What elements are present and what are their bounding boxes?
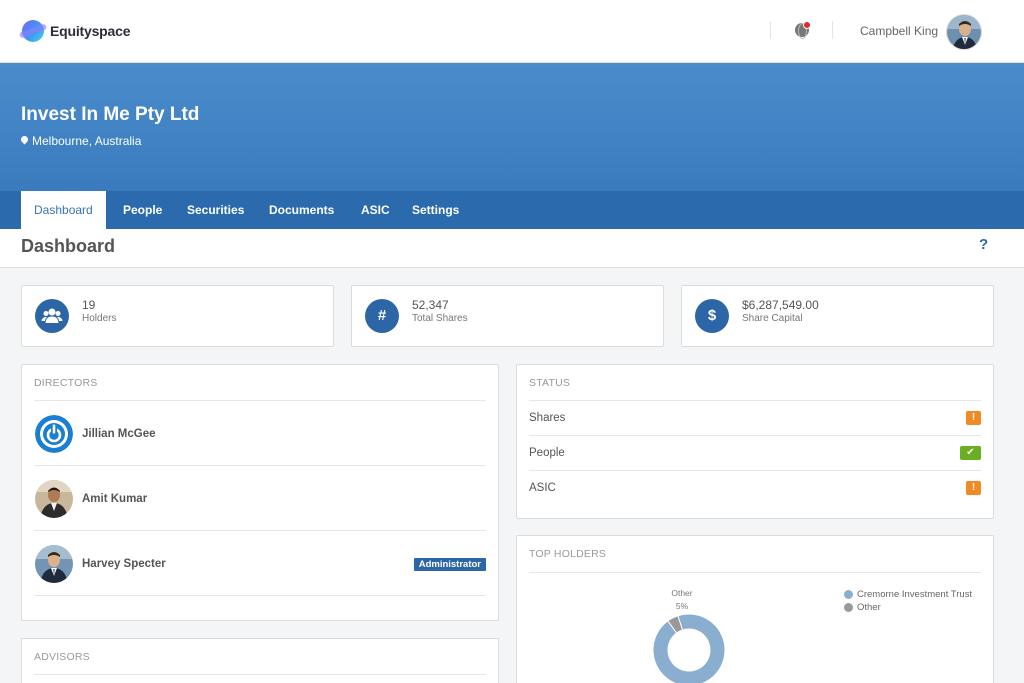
legend-item: Cremorne Investment Trust (844, 589, 972, 600)
director-name: Harvey Specter (82, 558, 166, 570)
status-row-shares[interactable]: Shares ! (529, 401, 981, 436)
power-logo-avatar (35, 415, 73, 453)
company-header: Invest In Me Pty Ltd Melbourne, Australi… (0, 63, 1024, 191)
holders-count: 19 (82, 298, 96, 312)
legend-label: Cremorne Investment Trust (857, 589, 973, 600)
directors-title: DIRECTORS (34, 377, 98, 389)
top-holders-title: TOP HOLDERS (529, 548, 607, 560)
divider (832, 21, 833, 39)
stat-card-share-capital: $ $6,287,549.00 Share Capital (681, 285, 994, 347)
main-tabs: Dashboard People Securities Documents AS… (0, 191, 1024, 229)
advisors-title: ADVISORS (34, 651, 90, 663)
status-label: Shares (529, 412, 566, 424)
help-icon[interactable]: ? (979, 236, 988, 253)
top-holders-donut-chart (652, 613, 726, 683)
divider (34, 674, 486, 675)
status-panel: STATUS Shares ! People ✔ ASIC ! (516, 364, 994, 519)
brand-logo[interactable]: Equityspace (22, 20, 130, 42)
status-label: ASIC (529, 482, 556, 494)
share-capital-label: Share Capital (742, 313, 803, 324)
divider (770, 21, 771, 39)
users-icon (35, 299, 69, 333)
stat-card-holders: 19 Holders (21, 285, 334, 347)
director-row[interactable]: Harvey Specter Administrator (34, 531, 486, 595)
director-avatar (35, 480, 73, 518)
warning-icon: ! (966, 481, 981, 495)
pie-label-other: Other (671, 588, 693, 598)
administrator-badge: Administrator (413, 558, 486, 571)
status-label: People (529, 447, 565, 459)
divider (529, 572, 981, 573)
top-holders-panel: TOP HOLDERS Other 5% Cremorne Investment… (516, 535, 994, 683)
total-shares-value: 52,347 (412, 298, 449, 312)
page-title-bar: Dashboard ? (0, 229, 1024, 268)
company-name: Invest In Me Pty Ltd (21, 104, 200, 125)
legend-swatch (844, 603, 853, 612)
tab-documents[interactable]: Documents (269, 191, 334, 229)
legend-label: Other (857, 602, 881, 613)
status-row-asic[interactable]: ASIC ! (529, 471, 981, 506)
brand-name: Equityspace (50, 23, 131, 39)
tab-asic[interactable]: ASIC (361, 191, 390, 229)
user-name[interactable]: Campbell King (860, 24, 938, 38)
warning-icon: ! (966, 411, 981, 425)
total-shares-label: Total Shares (412, 313, 468, 324)
map-pin-icon (21, 136, 28, 146)
advisors-panel: ADVISORS (21, 638, 499, 683)
divider (34, 595, 486, 596)
page-title: Dashboard (21, 236, 116, 256)
tab-settings[interactable]: Settings (412, 191, 459, 229)
check-icon: ✔ (960, 446, 981, 460)
holders-label: Holders (82, 313, 117, 324)
share-capital-value: $6,287,549.00 (742, 298, 819, 312)
directors-panel: DIRECTORS Jillian McGee Amit Kumar Harve… (21, 364, 499, 621)
company-location: Melbourne, Australia (21, 134, 141, 148)
logo-mark-icon (22, 20, 44, 42)
stat-card-total-shares: # 52,347 Total Shares (351, 285, 664, 347)
director-avatar (35, 545, 73, 583)
status-row-people[interactable]: People ✔ (529, 436, 981, 471)
tab-securities[interactable]: Securities (187, 191, 244, 229)
legend-swatch (844, 590, 853, 599)
director-row[interactable]: Amit Kumar (34, 466, 486, 530)
director-name: Jillian McGee (82, 428, 156, 440)
user-avatar[interactable] (946, 14, 982, 50)
pie-slice-cremorne[interactable] (652, 613, 726, 683)
top-bar: Equityspace Campbell King (0, 0, 1024, 63)
status-title: STATUS (529, 377, 571, 389)
director-row[interactable]: Jillian McGee (34, 401, 486, 465)
location-text: Melbourne, Australia (32, 134, 142, 148)
hash-icon: # (365, 299, 399, 333)
notification-dot-icon (803, 21, 811, 29)
dollar-icon: $ (695, 299, 729, 333)
legend-item: Other (844, 602, 881, 613)
director-name: Amit Kumar (82, 493, 148, 505)
tab-people[interactable]: People (123, 191, 162, 229)
tab-dashboard[interactable]: Dashboard (21, 191, 106, 229)
